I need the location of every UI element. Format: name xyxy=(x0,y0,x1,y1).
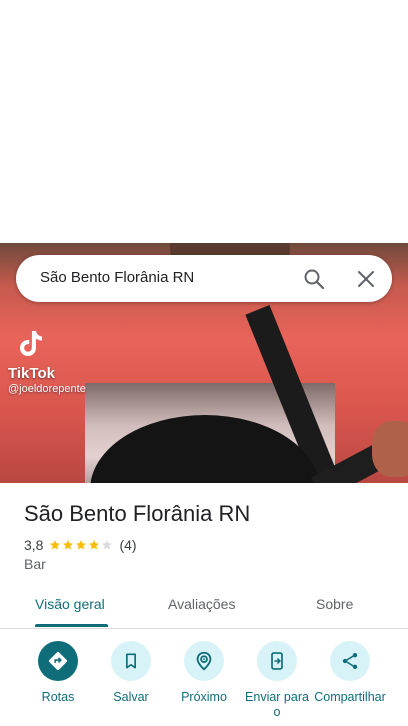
bookmark-icon xyxy=(111,641,151,681)
star-empty-icon xyxy=(102,540,113,550)
star-filled-icon xyxy=(89,540,100,550)
place-title: São Bento Florânia RN xyxy=(24,501,251,526)
star-filled-icon xyxy=(50,540,61,550)
nearby-button[interactable]: Próximo xyxy=(167,641,241,705)
save-label: Salvar xyxy=(113,690,149,704)
tiktok-username: @joeldorepente xyxy=(8,383,86,395)
save-button[interactable]: Salvar xyxy=(94,641,168,705)
share-icon xyxy=(330,641,370,681)
tab-reviews[interactable]: Avaliações xyxy=(168,596,235,612)
star-filled-icon xyxy=(63,540,74,550)
review-count: (4) xyxy=(119,537,137,553)
tab-about[interactable]: Sobre xyxy=(316,596,353,612)
send-to-phone-button[interactable]: Enviar para o xyxy=(240,641,314,720)
tiktok-logo-icon xyxy=(18,329,44,364)
tab-active-indicator xyxy=(35,624,108,627)
directions-label: Rotas xyxy=(41,690,75,704)
nearby-label: Próximo xyxy=(181,690,227,704)
directions-icon xyxy=(38,641,78,681)
send-to-phone-label: Enviar para o xyxy=(245,690,309,719)
share-label: Compartilhar xyxy=(314,690,386,704)
tab-bar: Visão geral Avaliações Sobre xyxy=(0,586,408,629)
action-bar: Rotas Salvar Próximo Enviar para o Compa… xyxy=(0,641,408,726)
place-category: Bar xyxy=(24,556,46,572)
directions-button[interactable]: Rotas xyxy=(21,641,95,705)
nearby-icon xyxy=(184,641,224,681)
tiktok-brand: TikTok xyxy=(8,365,55,382)
rating-stars xyxy=(49,539,113,551)
star-filled-icon xyxy=(76,540,87,550)
rating-value: 3,8 xyxy=(24,537,44,553)
send-to-phone-icon xyxy=(257,641,297,681)
photo-hand xyxy=(372,421,408,477)
search-input[interactable]: São Bento Florânia RN xyxy=(40,269,194,286)
close-icon[interactable] xyxy=(354,267,378,291)
rating-row[interactable]: 3,8 (4) xyxy=(24,536,137,554)
share-button[interactable]: Compartilhar xyxy=(313,641,387,705)
search-icon[interactable] xyxy=(302,267,326,291)
search-bar[interactable]: São Bento Florânia RN xyxy=(16,255,392,302)
tab-overview[interactable]: Visão geral xyxy=(35,596,105,612)
